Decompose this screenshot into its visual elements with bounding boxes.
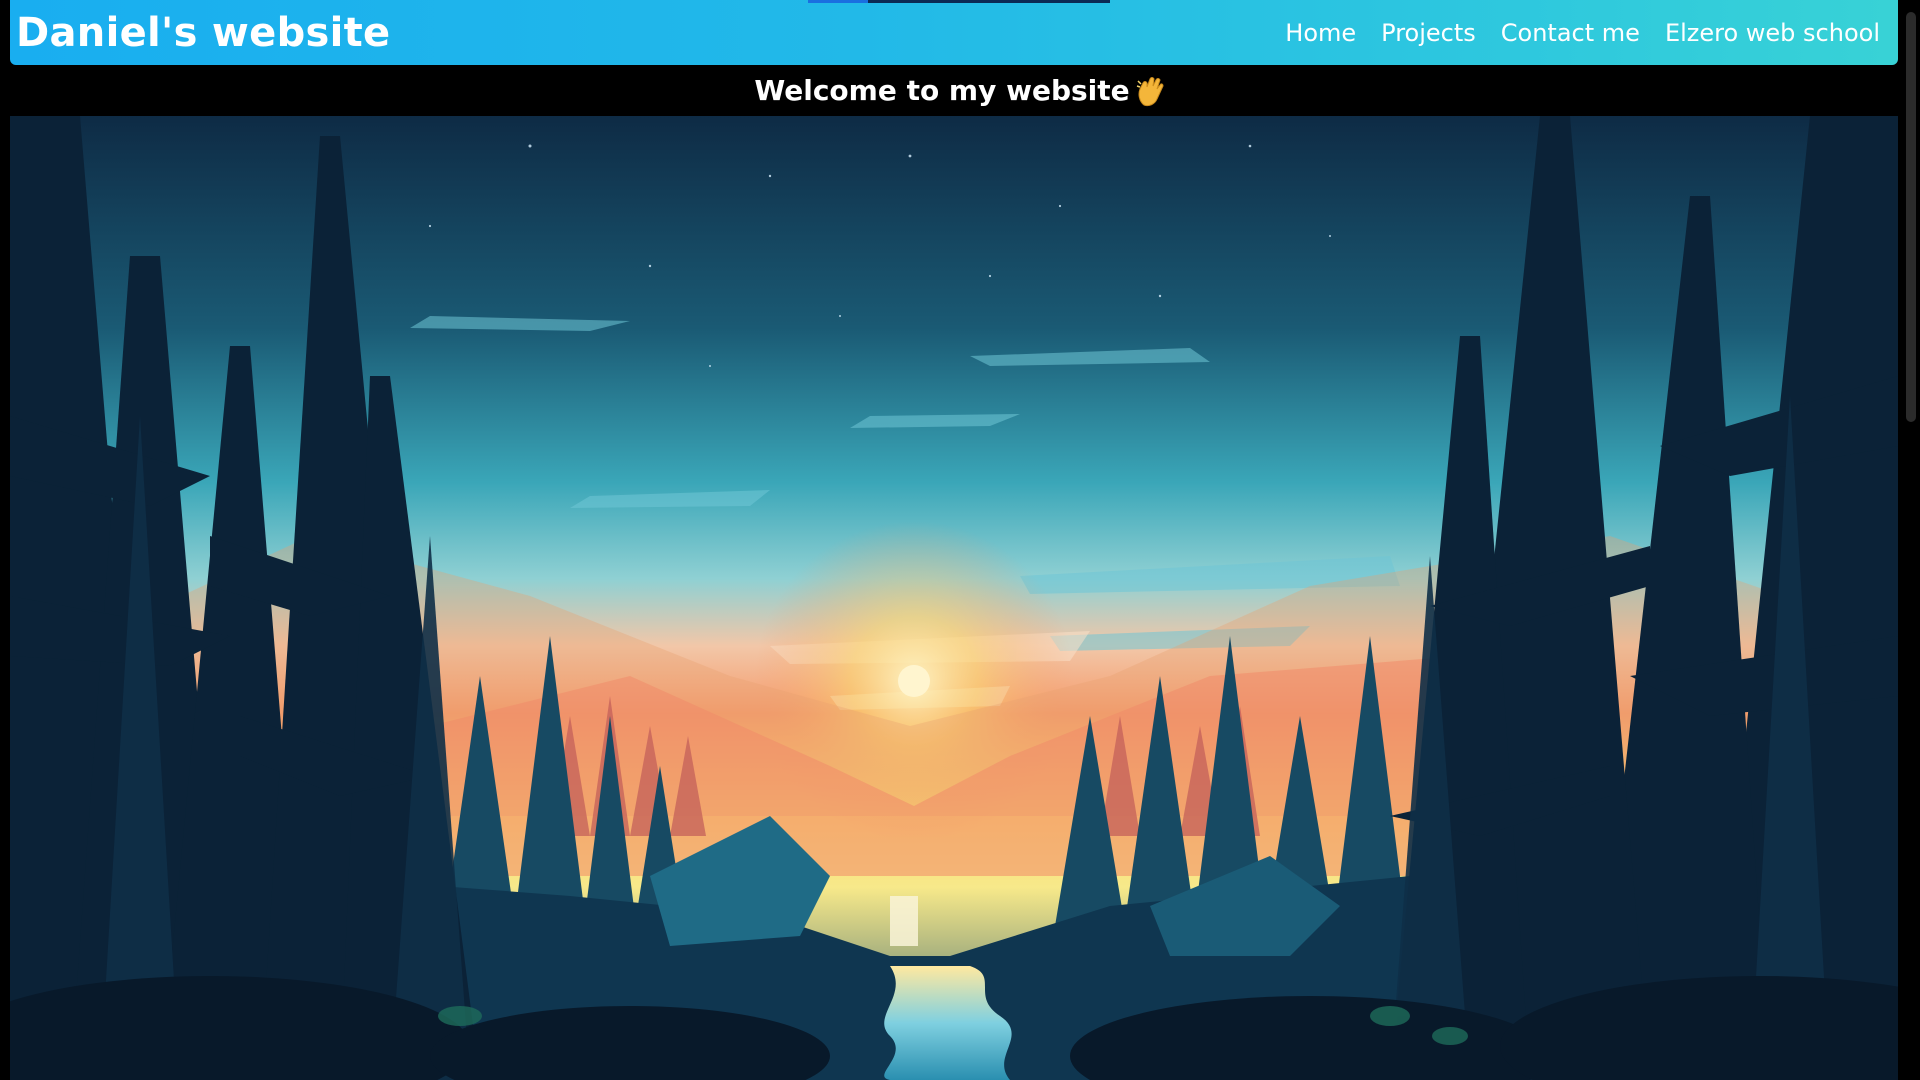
site-header: Daniel's website Home Projects Contact m… bbox=[10, 0, 1898, 65]
forest-illustration bbox=[10, 116, 1898, 1080]
nav-link-elzero[interactable]: Elzero web school bbox=[1665, 19, 1880, 47]
nav-link-projects[interactable]: Projects bbox=[1381, 19, 1476, 47]
nav-link-home[interactable]: Home bbox=[1285, 19, 1356, 47]
hero-image bbox=[10, 116, 1898, 1080]
main-nav: Home Projects Contact me Elzero web scho… bbox=[1285, 19, 1880, 47]
waving-hand-icon bbox=[1136, 76, 1164, 106]
welcome-text: Welcome to my website bbox=[754, 74, 1130, 107]
page-scrollbar[interactable] bbox=[1900, 0, 1920, 1080]
welcome-banner: Welcome to my website bbox=[0, 65, 1920, 116]
loading-indicator bbox=[808, 0, 1110, 3]
scrollbar-thumb[interactable] bbox=[1906, 12, 1916, 422]
nav-link-contact[interactable]: Contact me bbox=[1501, 19, 1640, 47]
site-brand[interactable]: Daniel's website bbox=[16, 10, 391, 56]
page: Daniel's website Home Projects Contact m… bbox=[0, 0, 1920, 1080]
loading-indicator-progress bbox=[808, 0, 868, 3]
